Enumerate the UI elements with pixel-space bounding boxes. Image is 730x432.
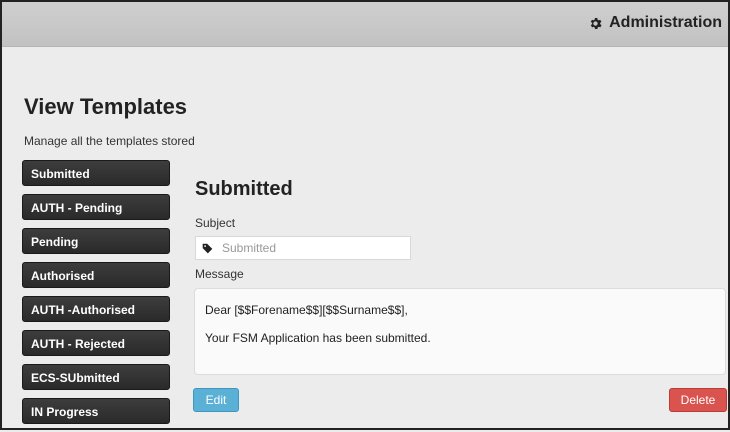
subject-label: Subject [195, 216, 236, 230]
template-item-auth-pending[interactable]: AUTH - Pending [22, 194, 170, 220]
tag-icon [196, 243, 218, 254]
template-item-auth-authorised[interactable]: AUTH -Authorised [22, 296, 170, 322]
message-label: Message [195, 267, 244, 281]
message-body[interactable]: Dear [$$Forename$$][$$Surname$$], Your F… [194, 288, 726, 375]
page-title: View Templates [24, 94, 188, 119]
template-item-pending[interactable]: Pending [22, 228, 170, 254]
gear-icon [590, 17, 602, 29]
message-line-body: Your FSM Application has been submitted. [205, 331, 431, 345]
administration-label: Administration [609, 14, 722, 31]
template-item-auth-rejected[interactable]: AUTH - Rejected [22, 330, 170, 356]
template-title: Submitted [195, 178, 293, 200]
template-item-in-progress[interactable]: IN Progress [22, 398, 170, 424]
subject-input[interactable] [218, 241, 406, 255]
template-list: Submitted AUTH - Pending Pending Authori… [22, 160, 170, 432]
subject-field-group [195, 236, 411, 260]
template-item-authorised[interactable]: Authorised [22, 262, 170, 288]
template-detail: Submitted Subject Message Dear [$$Forena… [193, 172, 727, 412]
administration-menu[interactable]: Administration [588, 14, 722, 32]
template-item-submitted[interactable]: Submitted [22, 160, 170, 186]
page-description: Manage all the templates stored [24, 134, 195, 148]
template-item-ecs-submitted[interactable]: ECS-SUbmitted [22, 364, 170, 390]
edit-button[interactable]: Edit [193, 388, 239, 412]
top-header-bar: Administration [2, 2, 728, 47]
message-line-greeting: Dear [$$Forename$$][$$Surname$$], [205, 303, 408, 317]
delete-button[interactable]: Delete [669, 388, 727, 412]
